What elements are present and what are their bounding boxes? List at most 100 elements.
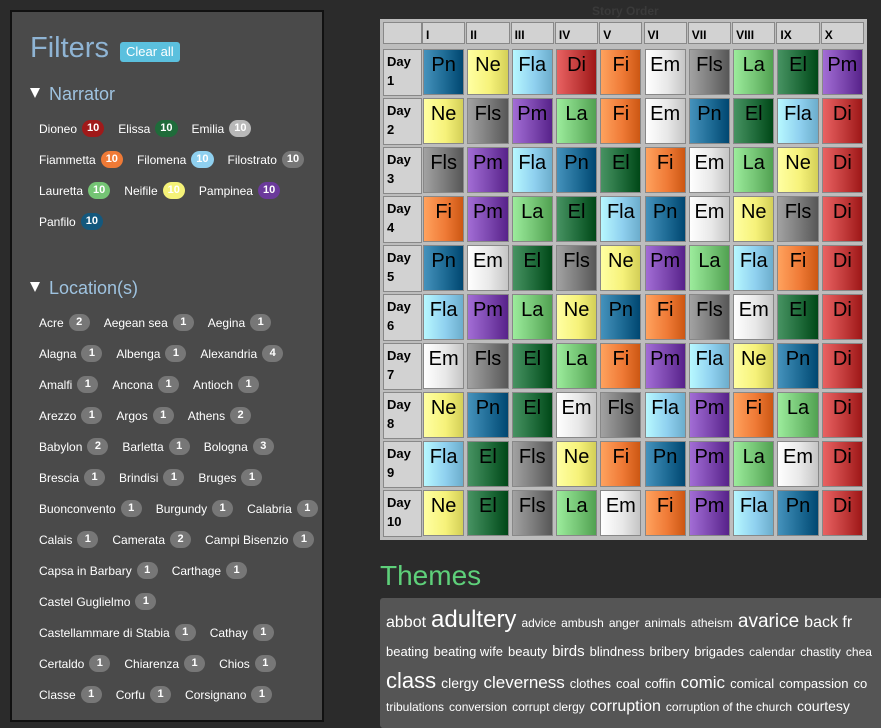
theme-word[interactable]: beating wife [434,644,503,659]
story-cell[interactable]: El [555,196,598,242]
story-cell[interactable]: Ne [467,49,509,95]
theme-word[interactable]: brigades [694,644,744,659]
theme-word[interactable]: comic [681,673,725,692]
story-cell[interactable]: Di [821,98,863,144]
story-cell[interactable]: Pm [688,490,731,536]
location-filter-item[interactable]: Alexandria 4 [200,343,284,364]
story-cell[interactable]: Pn [555,147,598,193]
location-filter-item[interactable]: Calais 1 [39,529,99,550]
story-cell[interactable]: El [467,441,509,487]
story-cell[interactable]: Fla [777,98,819,144]
story-cell[interactable]: Di [821,147,863,193]
story-cell[interactable]: Pn [777,343,819,389]
theme-word[interactable]: avarice [738,611,799,632]
location-filter-item[interactable]: Brindisi 1 [119,467,185,488]
story-cell[interactable]: Ne [733,196,775,242]
story-cell[interactable]: Fla [511,49,553,95]
story-cell[interactable]: Pn [688,98,731,144]
narrator-filter-item[interactable]: Neifile 10 [124,180,185,201]
story-cell[interactable]: Pn [777,490,819,536]
story-cell[interactable]: La [688,245,731,291]
story-cell[interactable]: El [600,147,642,193]
story-cell[interactable]: El [511,392,553,438]
theme-word[interactable]: corruption of the church [666,700,792,714]
story-cell[interactable]: Pn [600,294,642,340]
story-cell[interactable]: Em [600,490,642,536]
location-filter-item[interactable]: Capsa in Barbary 1 [39,560,158,581]
story-cell[interactable]: Pm [467,196,509,242]
theme-word[interactable]: chea [846,645,872,659]
theme-word[interactable]: chastity [800,645,841,659]
story-cell[interactable]: La [555,343,598,389]
story-cell[interactable]: Em [777,441,819,487]
story-cell[interactable]: El [511,245,553,291]
location-filter-item[interactable]: Acre 2 [39,312,90,333]
narrator-section-toggle[interactable]: Narrator [30,84,115,105]
location-filter-item[interactable]: Certaldo 1 [39,653,111,674]
location-filter-item[interactable]: Bologna 3 [204,436,274,457]
story-cell[interactable]: Fla [733,245,775,291]
story-cell[interactable]: Pn [644,196,686,242]
story-cell[interactable]: Fls [688,294,731,340]
theme-word[interactable]: compassion [779,676,848,691]
story-cell[interactable]: Em [733,294,775,340]
theme-word[interactable]: abbot [386,614,426,631]
narrator-filter-item[interactable]: Emilia 10 [192,118,252,139]
story-cell[interactable]: Pm [511,98,553,144]
story-cell[interactable]: Di [821,392,863,438]
narrator-filter-item[interactable]: Filomena 10 [137,149,214,170]
location-filter-item[interactable]: Buonconvento 1 [39,498,142,519]
narrator-filter-item[interactable]: Panfilo 10 [39,211,103,232]
story-cell[interactable]: Fla [644,392,686,438]
story-cell[interactable]: La [555,98,598,144]
story-cell[interactable]: Em [423,343,465,389]
story-cell[interactable]: El [777,294,819,340]
location-filter-item[interactable]: Calabria 1 [247,498,318,519]
story-cell[interactable]: Pn [423,49,465,95]
theme-word[interactable]: conversion [449,700,507,714]
story-cell[interactable]: Fi [600,441,642,487]
location-filter-item[interactable]: Babylon 2 [39,436,109,457]
location-section-toggle[interactable]: Location(s) [30,278,138,299]
theme-word[interactable]: co [854,676,868,691]
story-cell[interactable]: Em [467,245,509,291]
theme-word[interactable]: advice [521,616,556,630]
location-filter-item[interactable]: Corfu 1 [116,684,172,705]
location-filter-item[interactable]: Albenga 1 [116,343,187,364]
story-cell[interactable]: Fi [644,294,686,340]
story-cell[interactable]: Fi [777,245,819,291]
story-cell[interactable]: Em [644,49,686,95]
theme-word[interactable]: ambush [561,616,604,630]
location-filter-item[interactable]: Antioch 1 [193,374,260,395]
story-cell[interactable]: Ne [555,294,598,340]
story-cell[interactable]: Ne [423,392,465,438]
story-cell[interactable]: Pm [688,441,731,487]
location-filter-item[interactable]: Amalfi 1 [39,374,99,395]
story-cell[interactable]: Pn [467,392,509,438]
story-cell[interactable]: Fls [467,98,509,144]
location-filter-item[interactable]: Classe 1 [39,684,102,705]
theme-word[interactable]: bribery [650,644,690,659]
narrator-filter-item[interactable]: Pampinea 10 [199,180,281,201]
location-filter-item[interactable]: Aegina 1 [208,312,272,333]
story-cell[interactable]: El [733,98,775,144]
location-filter-item[interactable]: Camerata 2 [112,529,192,550]
theme-word[interactable]: comical [730,676,774,691]
location-filter-item[interactable]: Barletta 1 [122,436,190,457]
story-cell[interactable]: Ne [733,343,775,389]
story-cell[interactable]: Fls [555,245,598,291]
story-cell[interactable]: La [555,490,598,536]
story-cell[interactable]: Fls [511,490,553,536]
story-cell[interactable]: Fi [733,392,775,438]
theme-word[interactable]: corrupt clergy [512,700,585,714]
story-cell[interactable]: Pm [467,294,509,340]
story-cell[interactable]: Fls [688,49,731,95]
story-cell[interactable]: Fi [600,343,642,389]
story-cell[interactable]: El [777,49,819,95]
narrator-filter-item[interactable]: Fiammetta 10 [39,149,123,170]
theme-word[interactable]: animals [645,616,686,630]
location-filter-item[interactable]: Aegean sea 1 [104,312,194,333]
theme-word[interactable]: cleverness [483,673,564,692]
story-cell[interactable]: Di [821,441,863,487]
story-cell[interactable]: La [511,196,553,242]
